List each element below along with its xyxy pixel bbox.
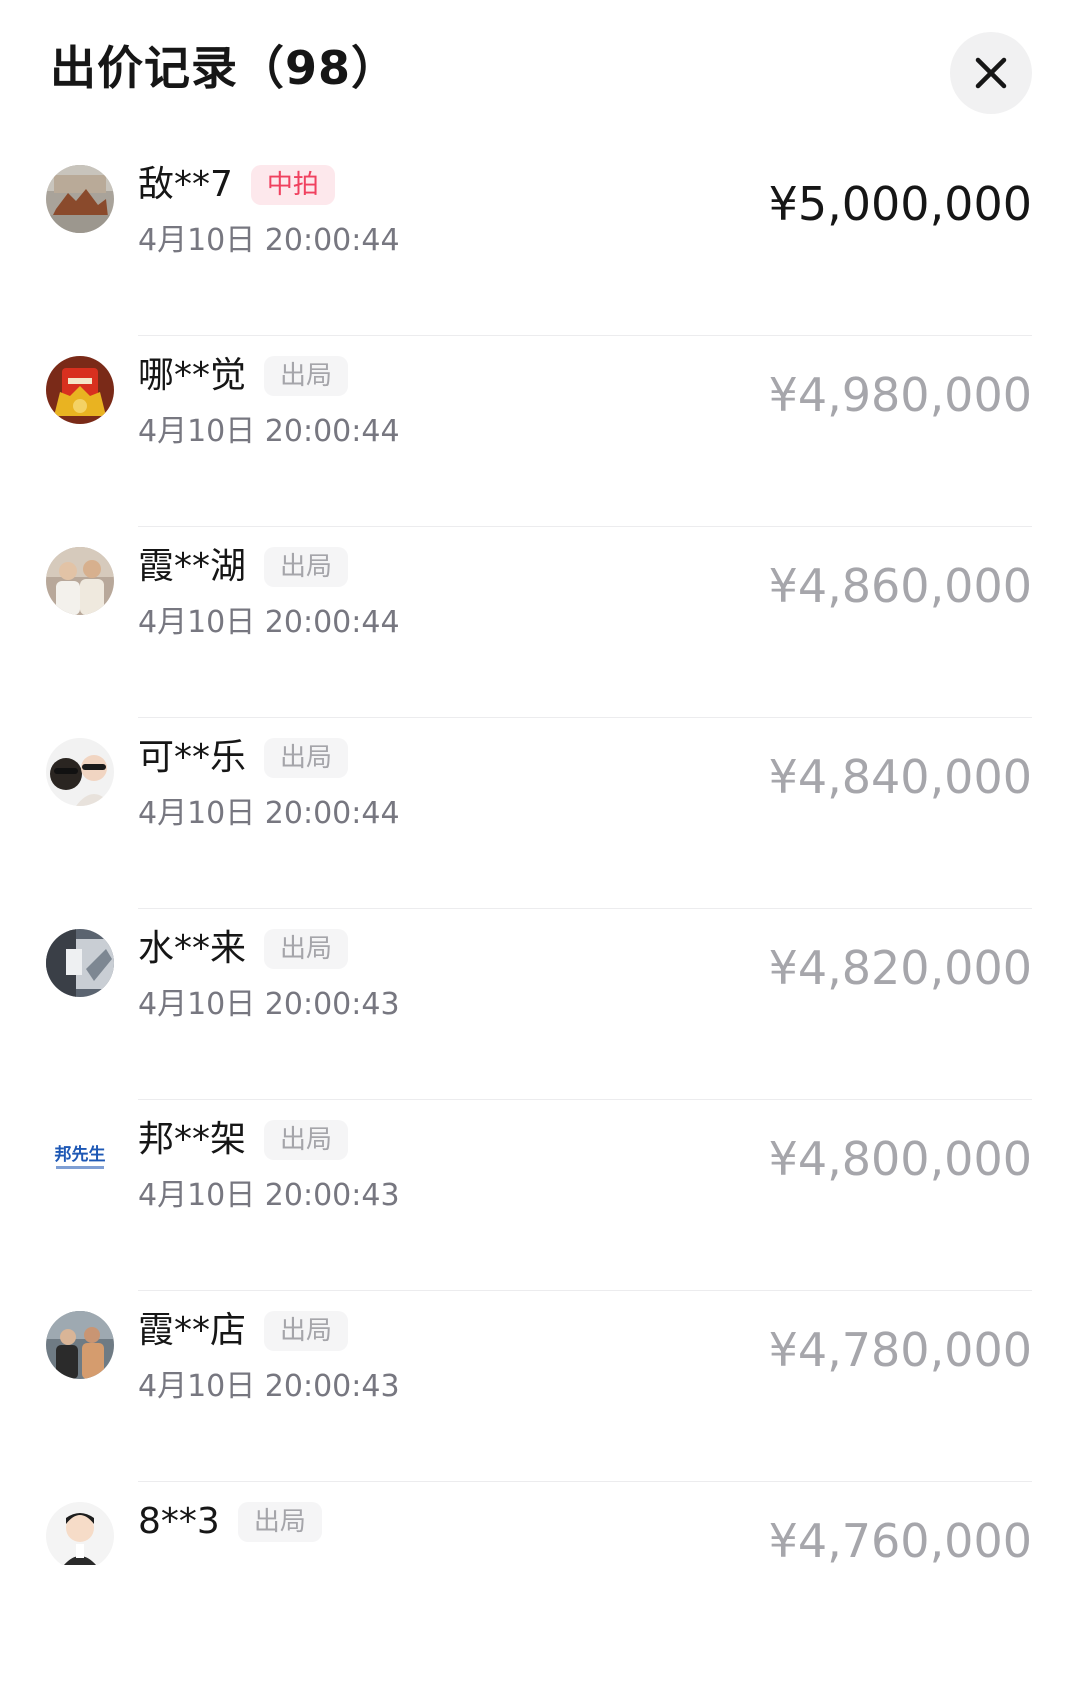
close-icon	[975, 57, 1007, 89]
sheet-header: 出价记录（98）	[0, 0, 1080, 145]
username: 霞**湖	[138, 546, 247, 587]
bid-time: 4月10日 20:00:44	[138, 223, 400, 258]
bid-history-sheet: 出价记录（98） 敌**7 中拍 4月10日 20:00:44 ¥5,000,0…	[0, 0, 1080, 1706]
list-item[interactable]: 8**3 出局 ¥4,760,000	[0, 1482, 1080, 1565]
username: 哪**觉	[138, 355, 247, 396]
avatar	[46, 1502, 114, 1565]
list-item[interactable]: 敌**7 中拍 4月10日 20:00:44 ¥5,000,000	[0, 145, 1080, 336]
bid-price: ¥4,780,000	[768, 1323, 1032, 1377]
status-badge: 出局	[237, 1502, 322, 1542]
username: 水**来	[138, 928, 247, 969]
bid-price: ¥4,860,000	[768, 559, 1032, 613]
avatar	[46, 929, 114, 997]
bid-time: 4月10日 20:00:44	[138, 414, 400, 449]
bid-price: ¥5,000,000	[768, 177, 1032, 231]
list-item[interactable]: 霞**店 出局 4月10日 20:00:43 ¥4,780,000	[0, 1291, 1080, 1482]
list-item[interactable]: 哪**觉 出局 4月10日 20:00:44 ¥4,980,000	[0, 336, 1080, 527]
bid-time: 4月10日 20:00:43	[138, 1369, 400, 1404]
username: 敌**7	[138, 164, 233, 205]
status-badge: 出局	[264, 356, 349, 396]
username: 邦**架	[138, 1119, 247, 1160]
list-item[interactable]: 霞**湖 出局 4月10日 20:00:44 ¥4,860,000	[0, 527, 1080, 718]
page-title: 出价记录（98）	[50, 41, 399, 95]
username: 8**3	[138, 1501, 220, 1542]
bid-price: ¥4,760,000	[768, 1514, 1032, 1565]
avatar	[46, 738, 114, 806]
bid-time: 4月10日 20:00:43	[138, 987, 400, 1022]
avatar	[46, 165, 114, 233]
status-badge: 出局	[264, 1311, 349, 1351]
close-button[interactable]	[950, 32, 1032, 114]
avatar	[46, 356, 114, 424]
bid-price: ¥4,800,000	[768, 1132, 1032, 1186]
bid-time: 4月10日 20:00:44	[138, 796, 400, 831]
username: 霞**店	[138, 1310, 247, 1351]
bid-time: 4月10日 20:00:44	[138, 605, 400, 640]
list-item[interactable]: 水**来 出局 4月10日 20:00:43 ¥4,820,000	[0, 909, 1080, 1100]
list-item[interactable]: 可**乐 出局 4月10日 20:00:44 ¥4,840,000	[0, 718, 1080, 909]
bid-time: 4月10日 20:00:43	[138, 1178, 400, 1213]
status-badge: 出局	[264, 929, 349, 969]
status-badge: 出局	[264, 547, 349, 587]
bid-price: ¥4,820,000	[768, 941, 1032, 995]
avatar: 邦先生	[46, 1120, 114, 1188]
list-item[interactable]: 邦先生 邦**架 出局 4月10日 20:00:43 ¥4,800,000	[0, 1100, 1080, 1291]
bid-list[interactable]: 敌**7 中拍 4月10日 20:00:44 ¥5,000,000 哪**觉 出	[0, 145, 1080, 1565]
svg-text:邦先生: 邦先生	[55, 1144, 106, 1165]
status-badge: 中拍	[250, 165, 335, 205]
username: 可**乐	[138, 737, 247, 778]
avatar	[46, 547, 114, 615]
bid-price: ¥4,980,000	[768, 368, 1032, 422]
status-badge: 出局	[264, 738, 349, 778]
status-badge: 出局	[264, 1120, 349, 1160]
avatar	[46, 1311, 114, 1379]
bid-price: ¥4,840,000	[768, 750, 1032, 804]
